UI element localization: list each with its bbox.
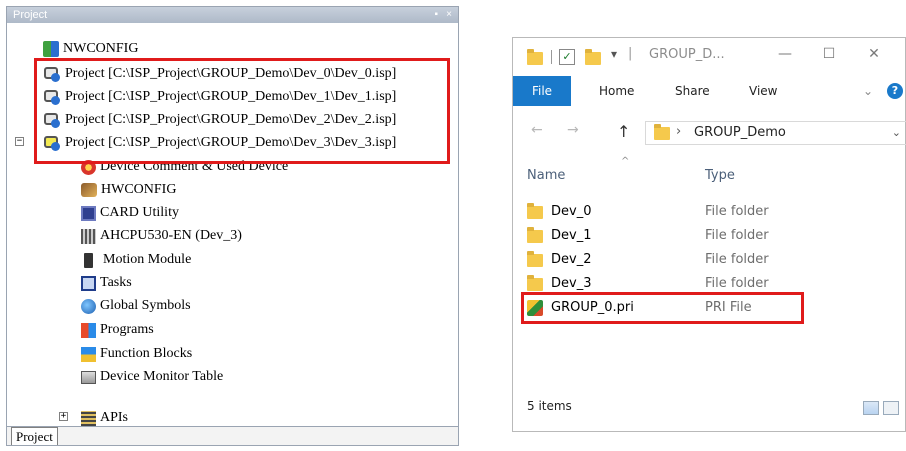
tree-item-label: Device Monitor Table [100, 369, 224, 384]
tree-item-nwconfig[interactable]: NWCONFIG [43, 38, 138, 60]
title-separator: | [628, 46, 633, 61]
file-name: Dev_2 [551, 252, 592, 267]
tab-home[interactable]: Home [599, 76, 634, 106]
file-type: File folder [705, 228, 769, 243]
tab-share[interactable]: Share [675, 76, 710, 106]
tree-item-card-utility[interactable]: CARD Utility [81, 202, 179, 224]
minimize-button[interactable]: — [776, 46, 794, 62]
card-utility-icon [81, 205, 96, 221]
folder-icon [654, 124, 670, 140]
pin-icon[interactable]: ▪ [434, 7, 438, 23]
collapse-expander-icon[interactable]: − [15, 137, 24, 146]
highlight-box-pri-file [521, 292, 804, 324]
column-headers: ^ Name Type [513, 156, 905, 192]
ribbon-tabs: File Home Share View ⌄ ? [513, 76, 905, 106]
navigation-bar: ← → ↑ › GROUP_Demo ⌄ [513, 118, 906, 148]
forward-arrow-icon[interactable]: → [567, 122, 579, 138]
address-dropdown-icon[interactable]: ⌄ [892, 126, 901, 139]
back-arrow-icon[interactable]: ← [531, 122, 543, 138]
folder-icon [527, 227, 543, 243]
close-button[interactable]: ✕ [865, 46, 883, 62]
project-tab-bar: Project [7, 426, 458, 445]
file-type: File folder [705, 204, 769, 219]
up-arrow-icon[interactable]: ↑ [617, 122, 630, 141]
file-row-dev1[interactable]: Dev_1 File folder [527, 225, 807, 247]
tree-item-label: HWCONFIG [101, 182, 177, 197]
explorer-title-bar: ✓ ▾ | GROUP_D... — ☐ ✕ [513, 38, 905, 72]
tree-item-label: Motion Module [103, 252, 192, 267]
tasks-icon [81, 275, 96, 291]
file-name: Dev_0 [551, 204, 592, 219]
function-blocks-icon [81, 346, 96, 362]
tree-item-cpu[interactable]: AHCPU530-EN (Dev_3) [81, 225, 242, 247]
project-panel: Project ▪ × NWCONFIG Project [C:\ISP_Pro… [6, 6, 459, 446]
file-name: Dev_3 [551, 276, 592, 291]
large-icons-view-icon[interactable] [883, 401, 899, 415]
tree-item-function-blocks[interactable]: Function Blocks [81, 343, 192, 365]
file-name: Dev_1 [551, 228, 592, 243]
nwconfig-icon [43, 41, 59, 57]
tree-item-label: Global Symbols [100, 298, 191, 313]
folder-icon [527, 251, 543, 267]
motion-module-icon [84, 252, 93, 268]
tree-item-label: Programs [100, 322, 154, 337]
folder-icon [527, 49, 543, 65]
properties-check-icon[interactable]: ✓ [559, 49, 575, 65]
tree-item-label: Function Blocks [100, 346, 193, 361]
help-icon[interactable]: ? [887, 83, 903, 99]
tab-project[interactable]: Project [11, 427, 58, 445]
apis-icon [81, 410, 96, 426]
new-folder-icon[interactable] [585, 49, 601, 65]
file-type: File folder [705, 276, 769, 291]
quick-access-dropdown-icon[interactable]: ▾ [611, 47, 617, 61]
device-monitor-icon [81, 370, 96, 384]
file-row-dev2[interactable]: Dev_2 File folder [527, 249, 807, 271]
highlight-box-projects [34, 58, 450, 164]
tree-item-device-monitor[interactable]: Device Monitor Table [81, 366, 223, 388]
column-type[interactable]: Type [705, 168, 735, 183]
programs-icon [81, 322, 96, 338]
folder-icon [527, 203, 543, 219]
global-symbols-icon [81, 298, 96, 314]
details-view-icon[interactable] [863, 401, 879, 415]
file-explorer-window: ✓ ▾ | GROUP_D... — ☐ ✕ File Home Share V… [512, 37, 906, 432]
tree-item-motion-module[interactable]: Motion Module [81, 249, 191, 271]
tree-item-tasks[interactable]: Tasks [81, 272, 132, 294]
project-panel-title-bar: Project ▪ × [7, 7, 458, 23]
tree-item-hwconfig[interactable]: HWCONFIG [81, 179, 176, 201]
project-panel-title: Project [13, 9, 48, 21]
file-row-dev0[interactable]: Dev_0 File folder [527, 201, 807, 223]
toolbar-separator [551, 50, 552, 64]
expand-expander-icon[interactable]: + [59, 412, 68, 421]
file-type: File folder [705, 252, 769, 267]
sort-caret-icon: ^ [621, 156, 630, 167]
cpu-icon [81, 228, 96, 244]
window-title: GROUP_D... [649, 47, 725, 62]
breadcrumb-chevron-icon[interactable]: › [676, 124, 681, 139]
column-name[interactable]: Name [527, 168, 565, 183]
address-bar[interactable]: › GROUP_Demo ⌄ [645, 121, 906, 145]
hwconfig-icon [81, 183, 97, 197]
tab-file[interactable]: File [513, 76, 571, 106]
tab-view[interactable]: View [749, 76, 777, 106]
status-item-count: 5 items [527, 399, 572, 413]
tree-item-label: AHCPU530-EN (Dev_3) [100, 228, 242, 243]
maximize-button[interactable]: ☐ [820, 46, 838, 62]
folder-icon [527, 275, 543, 291]
breadcrumb-group-demo[interactable]: GROUP_Demo [694, 125, 786, 140]
tree-item-label: CARD Utility [100, 205, 179, 220]
tree-item-programs[interactable]: Programs [81, 319, 154, 341]
ribbon-collapse-icon[interactable]: ⌄ [863, 76, 873, 106]
tree-item-label: NWCONFIG [63, 41, 139, 56]
tree-item-global-symbols[interactable]: Global Symbols [81, 295, 191, 317]
tree-item-label: Tasks [100, 275, 132, 290]
close-icon[interactable]: × [446, 7, 452, 23]
